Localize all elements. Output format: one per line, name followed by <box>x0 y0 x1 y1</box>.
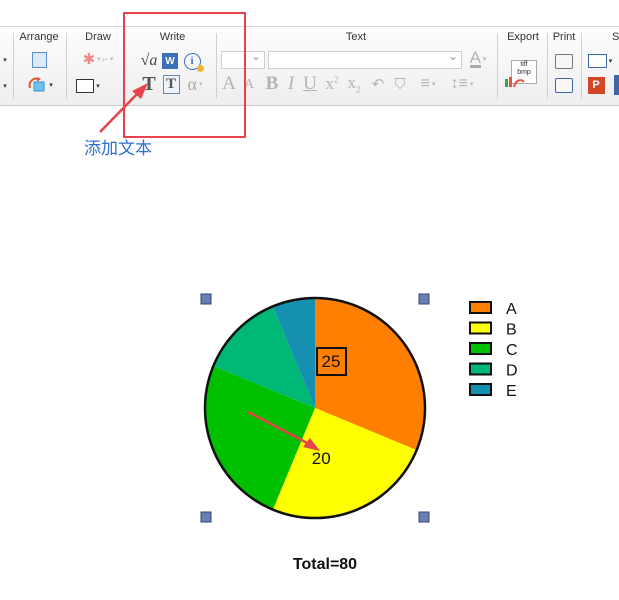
legend-label-a: A <box>506 301 517 318</box>
pie-chart: 25 20 ABCDE <box>200 293 518 523</box>
legend-swatch-e <box>469 383 492 396</box>
selection-handle-0 <box>200 293 212 305</box>
legend-label-c: C <box>506 342 518 359</box>
legend-swatch-c <box>469 342 492 355</box>
slice-label-a: 25 <box>322 352 341 371</box>
legend-label-e: E <box>506 383 517 400</box>
chart-total-label: Total=80 <box>292 556 358 573</box>
legend-label-b: B <box>506 322 517 339</box>
selection-handle-3 <box>418 511 430 523</box>
legend-swatch-d <box>469 362 492 376</box>
legend-swatch-a <box>469 301 492 314</box>
selection-handle-2 <box>200 511 212 523</box>
legend-swatch-b <box>469 321 492 335</box>
selection-handle-1 <box>418 293 430 305</box>
slice-label-b: 20 <box>312 449 331 468</box>
legend-label-d: D <box>506 363 518 380</box>
